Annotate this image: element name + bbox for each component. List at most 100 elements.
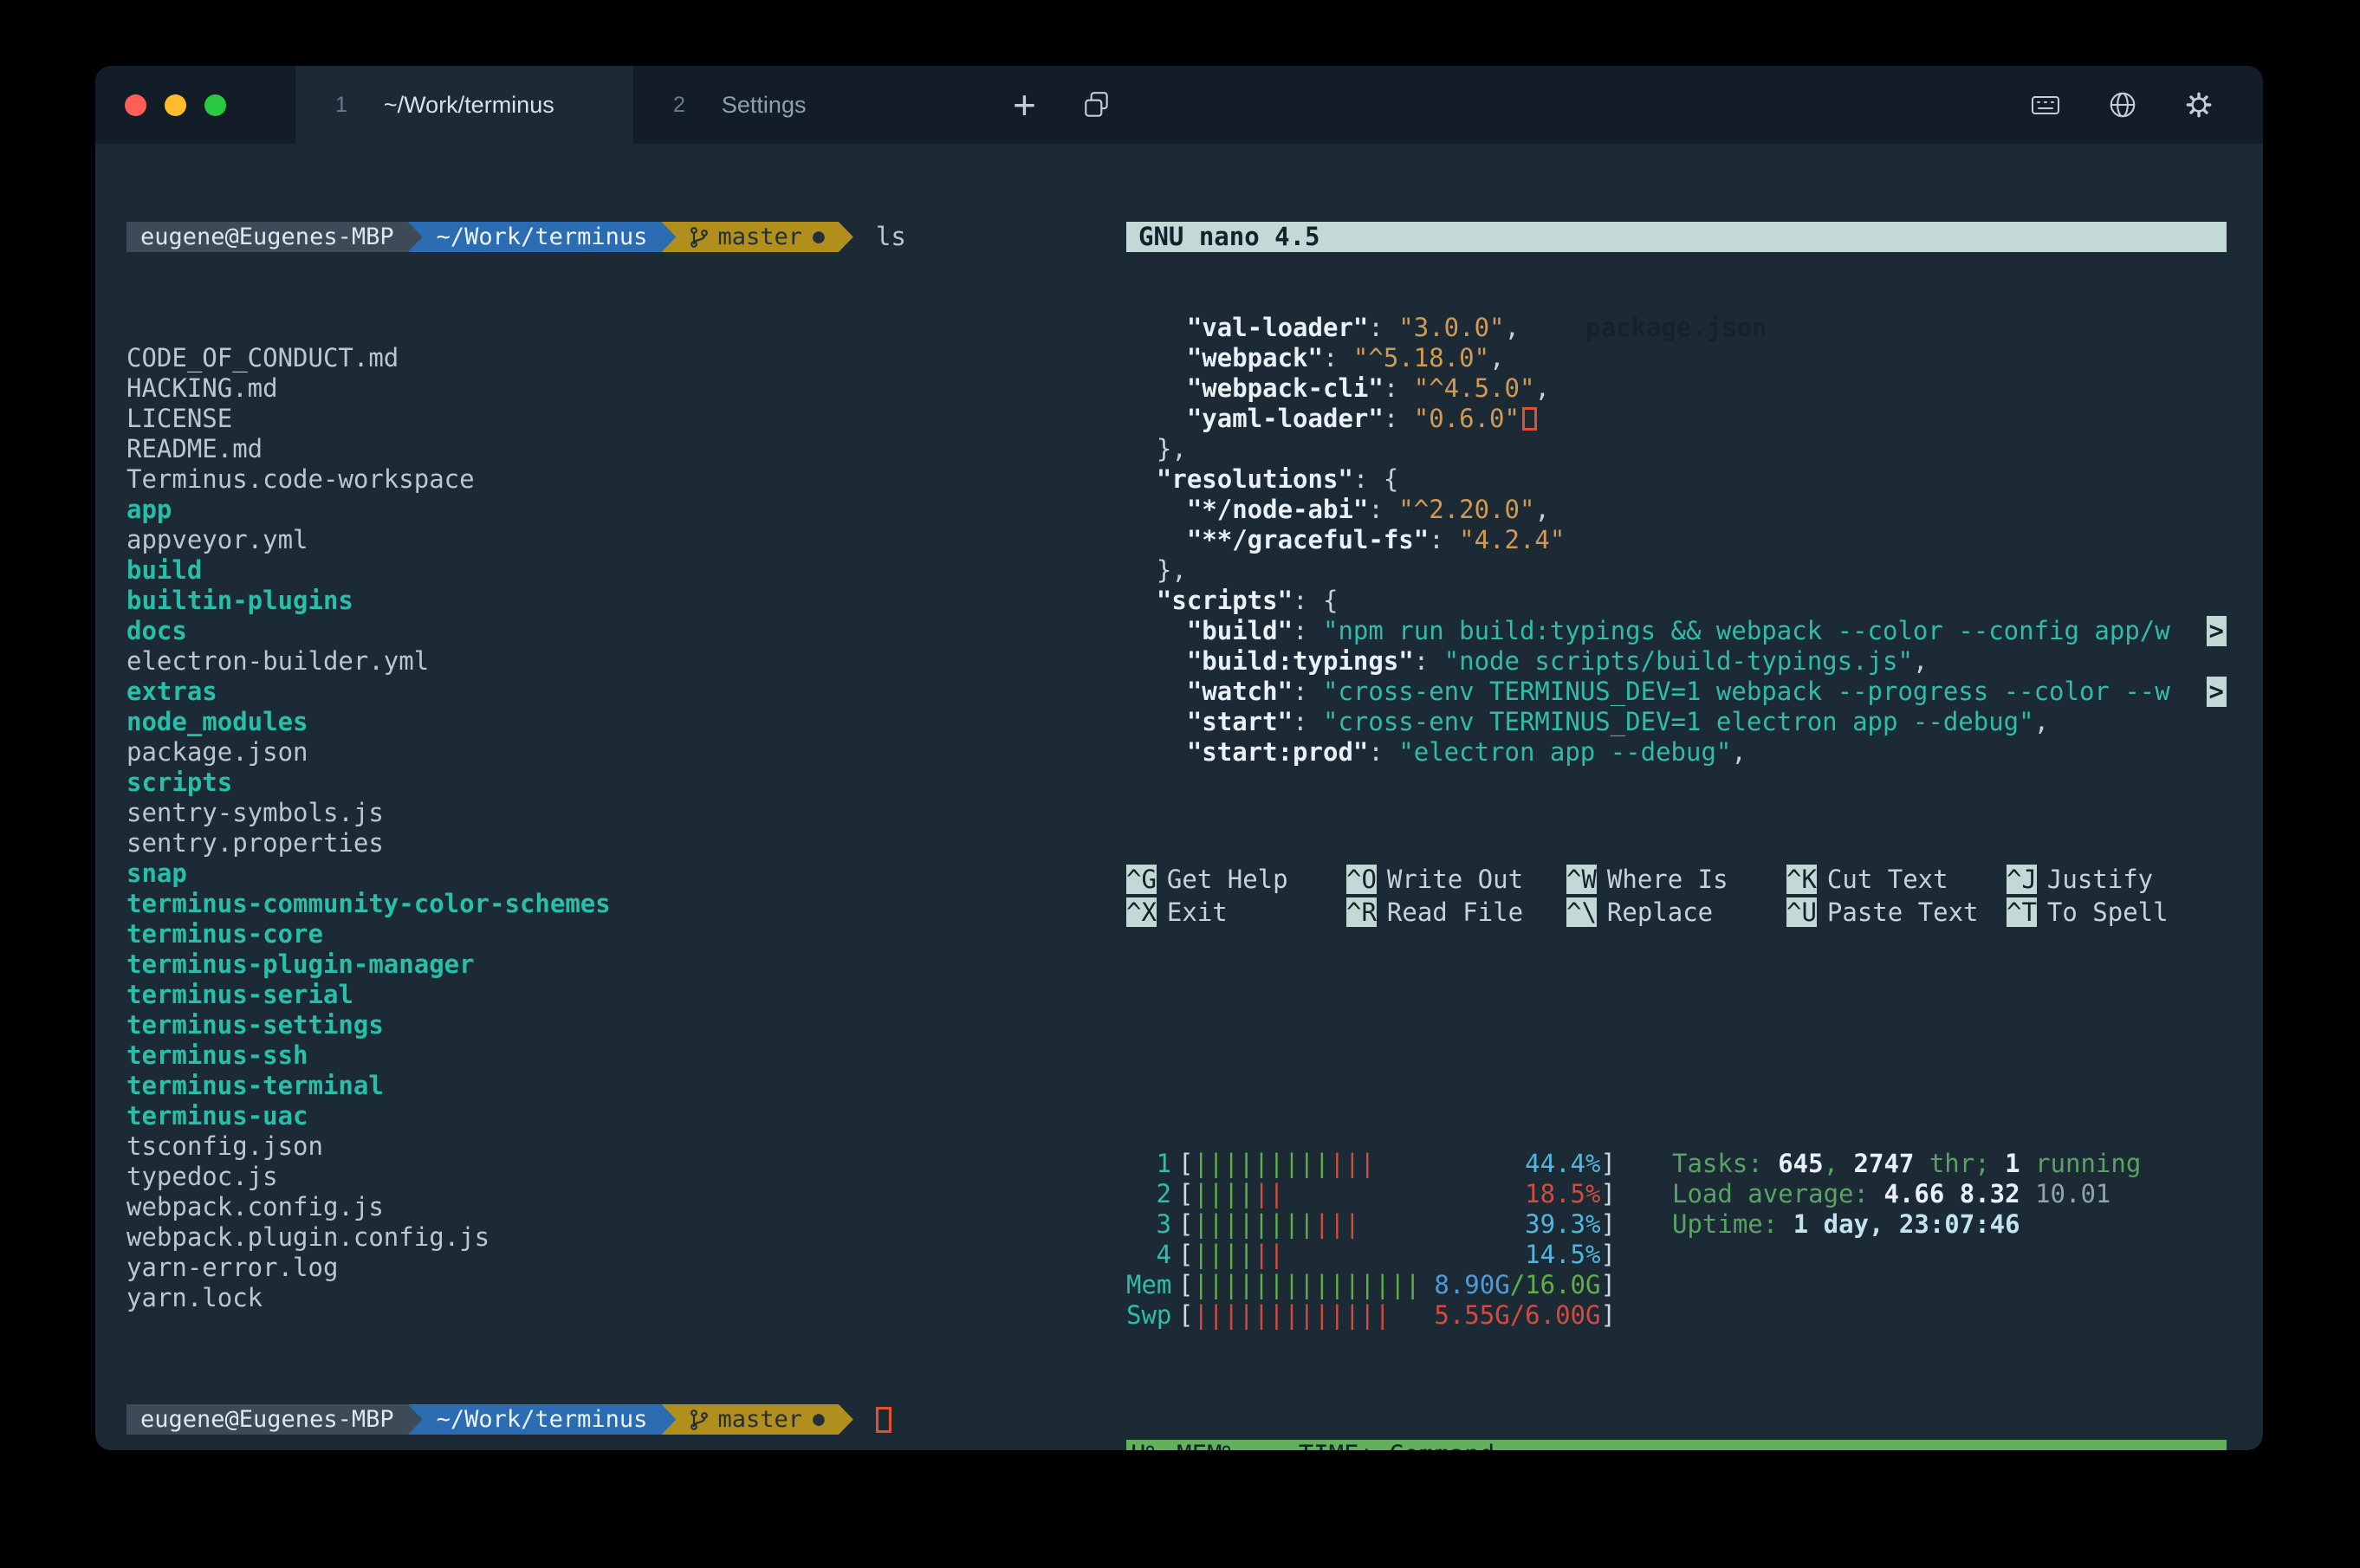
dir-entry: terminus-terminal — [126, 1071, 1087, 1101]
nano-shortcut: ^GGet Help — [1126, 863, 1346, 896]
nano-cursor — [1522, 407, 1537, 431]
shortcut-label: Cut Text — [1827, 865, 1948, 894]
col-command: Command — [1374, 1440, 2227, 1450]
titlebar-right-icons — [2029, 89, 2214, 120]
shortcut-label: Write Out — [1387, 865, 1523, 894]
memory-meter: Mem[|||||||||||||||8.90G/16.0G] — [1126, 1270, 1643, 1300]
meter-value: /16.0G — [1510, 1270, 1601, 1300]
prompt-git-badge: master ● — [661, 222, 853, 252]
shortcut-key: ^X — [1126, 897, 1157, 927]
dir-entry: terminus-plugin-manager — [126, 949, 1087, 980]
process-table-header[interactable]: U%MEM%TIME+Command — [1126, 1440, 2227, 1450]
file-entry: tsconfig.json — [126, 1131, 1087, 1162]
meter-bar: |||||||||||||||8.90G/16.0G — [1193, 1270, 1600, 1300]
prompt-user-badge: eugene@Eugenes-MBP — [126, 1404, 423, 1435]
dir-entry: app — [126, 495, 1087, 525]
keyboard-icon[interactable] — [2029, 90, 2062, 120]
shortcut-key: ^K — [1786, 865, 1817, 894]
shortcut-label: Justify — [2047, 865, 2153, 894]
nano-line: "yaml-loader": "0.6.0" — [1126, 404, 2227, 434]
duplicate-tab-button[interactable] — [1081, 89, 1112, 120]
terminal-pane-left[interactable]: eugene@Eugenes-MBP ~/Work/terminus maste… — [95, 144, 1087, 1450]
shortcut-label: To Spell — [2047, 897, 2169, 927]
nano-line: "*/node-abi": "^2.20.0", — [1126, 495, 2227, 525]
new-tab-button[interactable]: + — [1013, 66, 1036, 144]
dir-entry: docs — [126, 616, 1087, 646]
close-button[interactable] — [125, 94, 146, 116]
meter-value: 14.5% — [1525, 1240, 1600, 1270]
file-entry: sentry.properties — [126, 828, 1087, 859]
app-window: 1 ~/Work/terminus 2 Settings + — [95, 66, 2263, 1450]
meter-bar: ||||||18.5% — [1193, 1179, 1600, 1209]
nano-shortcut: ^T To Spell — [2007, 896, 2227, 929]
meter-label: 1 — [1126, 1149, 1178, 1179]
gear-icon[interactable] — [2183, 89, 2214, 120]
htop-stat-line: Uptime: 1 day, 23:07:46 — [1672, 1209, 2141, 1240]
wrap-indicator: > — [2207, 677, 2227, 707]
meter-label: 2 — [1126, 1179, 1178, 1209]
nano-line: "resolutions": { — [1126, 464, 2227, 495]
meter-value: 44.4% — [1525, 1149, 1600, 1179]
dir-entry: terminus-core — [126, 919, 1087, 949]
dir-entry: extras — [126, 677, 1087, 707]
nano-line: "build": "npm run build:typings && webpa… — [1126, 616, 2227, 646]
typed-command: ls — [876, 222, 906, 252]
file-entry: yarn-error.log — [126, 1253, 1087, 1283]
meter-label: Mem — [1126, 1270, 1178, 1300]
prompt-path-badge: ~/Work/terminus — [408, 222, 677, 252]
col-time: TIME+ — [1237, 1440, 1374, 1450]
nano-shortcut: ^\Replace — [1566, 896, 1786, 929]
htop-monitor: 1[||||||||||||44.4%]2[||||||18.5%]3[||||… — [1126, 1088, 2227, 1450]
nano-shortcut: ^JJustify — [2007, 863, 2227, 896]
zoom-button[interactable] — [204, 94, 226, 116]
htop-meters-area: 1[||||||||||||44.4%]2[||||||18.5%]3[||||… — [1126, 1149, 2227, 1331]
file-list: CODE_OF_CONDUCT.mdHACKING.mdLICENSEREADM… — [126, 343, 1087, 1313]
git-dirty-dot: ● — [813, 222, 825, 252]
dir-entry: snap — [126, 859, 1087, 889]
nano-line: "val-loader": "3.0.0", — [1126, 313, 2227, 343]
globe-icon[interactable] — [2107, 89, 2138, 120]
file-entry: HACKING.md — [126, 373, 1087, 404]
dir-entry: terminus-serial — [126, 980, 1087, 1010]
file-entry: electron-builder.yml — [126, 646, 1087, 677]
process-table: U%MEM%TIME+Command.00.20:22.66/System/Li… — [1126, 1440, 2227, 1450]
minimize-button[interactable] — [165, 94, 186, 116]
prompt-path-badge: ~/Work/terminus — [408, 1404, 677, 1435]
nano-titlebar: GNU nano 4.5 package.json — [1126, 222, 2227, 252]
tab-number: 2 — [673, 93, 685, 118]
nano-line: "watch": "cross-env TERMINUS_DEV=1 webpa… — [1126, 677, 2227, 707]
shortcut-key: ^R — [1346, 897, 1377, 927]
file-entry: sentry-symbols.js — [126, 798, 1087, 828]
nano-line: }, — [1126, 555, 2227, 586]
file-entry: Terminus.code-workspace — [126, 464, 1087, 495]
nano-line: "start": "cross-env TERMINUS_DEV=1 elect… — [1126, 707, 2227, 737]
nano-shortcut: ^X Exit — [1126, 896, 1346, 929]
meter-bar: ||||||||||||44.4% — [1193, 1149, 1600, 1179]
prompt-git-badge: master ● — [661, 1404, 853, 1435]
meter-value: /6.00G — [1510, 1300, 1601, 1331]
nano-version: GNU nano 4.5 — [1138, 222, 1320, 252]
tab-terminal[interactable]: 1 ~/Work/terminus — [295, 66, 633, 144]
meter-label: Swp — [1126, 1300, 1178, 1331]
shortcut-key: ^T — [2007, 897, 2037, 927]
terminal-pane-right[interactable]: GNU nano 4.5 package.json "val-loader": … — [1087, 144, 2263, 1450]
nano-line: "webpack": "^5.18.0", — [1126, 343, 2227, 373]
traffic-lights — [125, 94, 226, 116]
prompt-line-bottom: eugene@Eugenes-MBP ~/Work/terminus maste… — [126, 1404, 1087, 1435]
shortcut-key: ^\ — [1566, 897, 1597, 927]
window-content: eugene@Eugenes-MBP ~/Work/terminus maste… — [95, 144, 2263, 1450]
tab-settings[interactable]: 2 Settings — [633, 66, 971, 144]
col-cpu: U% — [1126, 1440, 1161, 1450]
git-dirty-dot: ● — [813, 1404, 825, 1435]
cpu-meter: 1[||||||||||||44.4%] — [1126, 1149, 1643, 1179]
prompt-user-badge: eugene@Eugenes-MBP — [126, 222, 423, 252]
nano-shortcut: ^RRead File — [1346, 896, 1566, 929]
meter-label: 4 — [1126, 1240, 1178, 1270]
dir-entry: terminus-community-color-schemes — [126, 889, 1087, 919]
shortcut-label: Exit — [1167, 897, 1228, 927]
tab-bar: 1 ~/Work/terminus 2 Settings — [295, 66, 971, 144]
nano-line: "start:prod": "electron app --debug", — [1126, 737, 2227, 768]
dir-entry: terminus-uac — [126, 1101, 1087, 1131]
nano-line: "build:typings": "node scripts/build-typ… — [1126, 646, 2227, 677]
shortcut-label: Get Help — [1167, 865, 1288, 894]
